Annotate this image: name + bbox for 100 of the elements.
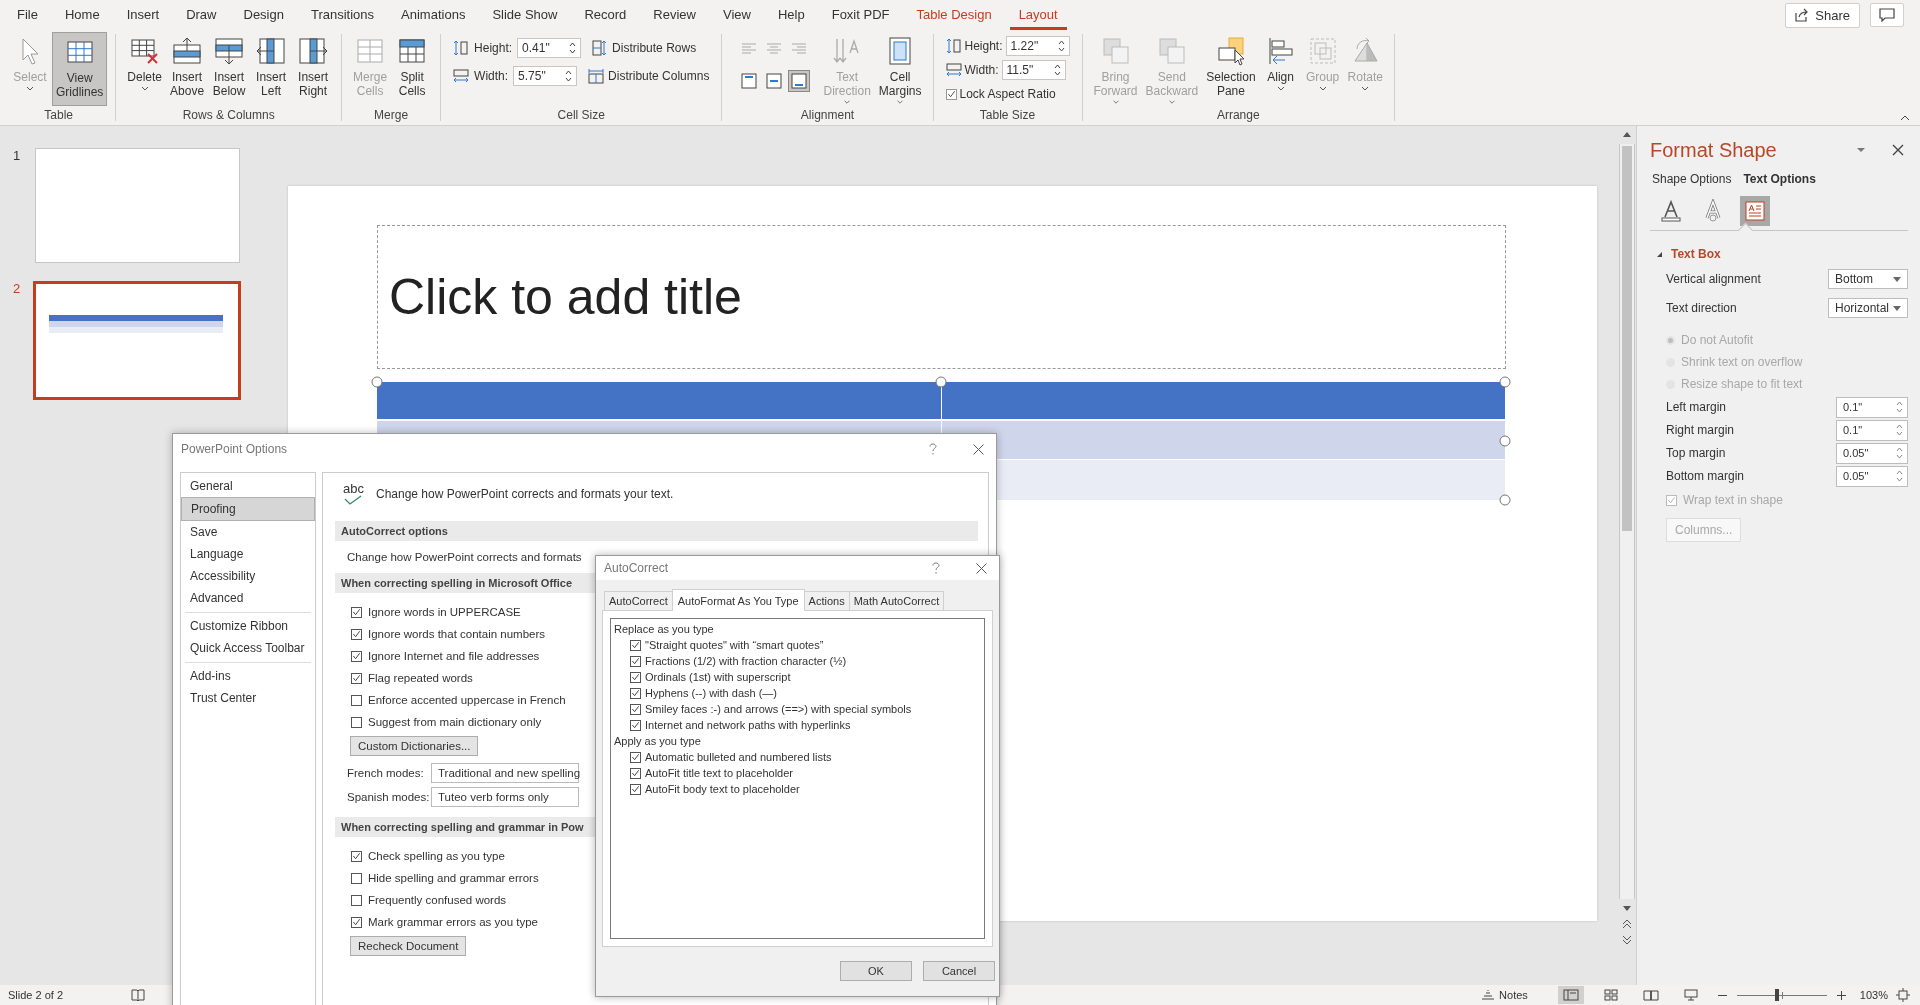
ribbon-tab[interactable]: Transitions bbox=[301, 0, 384, 30]
ribbon-tab[interactable]: Review bbox=[644, 0, 705, 30]
category-item[interactable]: Accessibility bbox=[181, 565, 315, 587]
notes-button[interactable]: Notes bbox=[1481, 989, 1528, 1001]
checkbox[interactable] bbox=[351, 650, 362, 662]
checkbox[interactable] bbox=[945, 88, 957, 100]
dropdown-field[interactable]: Traditional and new spelling bbox=[431, 763, 579, 783]
ribbon-button[interactable]: View Gridlines bbox=[52, 32, 108, 106]
spin-field[interactable]: 0.1" bbox=[1836, 396, 1908, 418]
checkbox[interactable] bbox=[630, 671, 641, 683]
checkbox[interactable] bbox=[630, 751, 641, 763]
scroll-up-icon[interactable] bbox=[1622, 130, 1632, 138]
next-slide-icon[interactable] bbox=[1622, 935, 1632, 945]
spin-field[interactable]: 1.22" bbox=[1005, 36, 1070, 56]
dialog-button[interactable]: Custom Dictionaries... bbox=[350, 736, 479, 756]
checkbox[interactable] bbox=[630, 767, 641, 779]
ribbon-tab[interactable]: Record bbox=[575, 0, 636, 30]
slide-thumbnail[interactable] bbox=[33, 281, 241, 400]
pane-tab[interactable]: Text Options bbox=[1743, 172, 1816, 186]
ribbon-button[interactable]: Insert Above bbox=[167, 32, 208, 106]
fit-to-window-icon[interactable] bbox=[1896, 988, 1910, 1002]
ribbon-button[interactable]: Align bbox=[1260, 32, 1301, 106]
checkbox[interactable] bbox=[630, 687, 641, 699]
ribbon-button[interactable]: Distribute Columns bbox=[588, 68, 710, 84]
dialog-tab[interactable]: Math AutoCorrect bbox=[848, 591, 945, 610]
dialog-tab[interactable]: AutoFormat As You Type bbox=[671, 589, 805, 611]
checkbox[interactable] bbox=[630, 703, 641, 715]
checkbox[interactable] bbox=[351, 716, 362, 728]
pane-tab[interactable]: Shape Options bbox=[1652, 172, 1732, 186]
ribbon-tab[interactable]: Design bbox=[234, 0, 293, 30]
category-item[interactable]: Add-ins bbox=[181, 665, 315, 687]
spin-field[interactable]: 11.5" bbox=[1001, 60, 1066, 80]
checkbox[interactable] bbox=[351, 606, 362, 618]
dropdown-icon[interactable] bbox=[1856, 147, 1866, 153]
ribbon-button[interactable]: Distribute Rows bbox=[592, 40, 697, 56]
category-item[interactable]: Customize Ribbon bbox=[181, 615, 315, 637]
dropdown-field[interactable]: Tuteo verb forms only bbox=[431, 787, 579, 807]
dialog-tab[interactable]: AutoCorrect bbox=[604, 591, 673, 610]
checkbox[interactable] bbox=[630, 655, 641, 667]
selection-handle[interactable] bbox=[371, 376, 383, 388]
checkbox[interactable] bbox=[630, 639, 641, 651]
checkbox[interactable] bbox=[351, 872, 362, 884]
spin-field[interactable]: 5.75" bbox=[513, 66, 578, 86]
accessibility-icon[interactable] bbox=[131, 989, 146, 1001]
checkbox[interactable] bbox=[630, 783, 641, 795]
ribbon-tab[interactable]: View bbox=[714, 0, 760, 30]
close-icon[interactable] bbox=[973, 443, 984, 455]
selection-handle[interactable] bbox=[1499, 435, 1511, 447]
ribbon-button[interactable]: Split Cells bbox=[392, 32, 433, 106]
dropdown-field[interactable]: Bottom bbox=[1828, 269, 1908, 289]
dropdown-field[interactable]: Horizontal bbox=[1828, 298, 1908, 318]
ribbon-button[interactable]: Selection Pane bbox=[1203, 32, 1259, 106]
checkbox[interactable] bbox=[351, 916, 362, 928]
ribbon-tab[interactable]: Draw bbox=[177, 0, 226, 30]
ribbon-tab[interactable]: Insert bbox=[117, 0, 169, 30]
ribbon-tab[interactable]: Home bbox=[55, 0, 109, 30]
spin-field[interactable]: 0.1" bbox=[1836, 419, 1908, 441]
selection-handle[interactable] bbox=[1499, 376, 1511, 388]
ribbon-tab[interactable]: Table Design bbox=[907, 0, 1001, 30]
scrollbar-thumb[interactable] bbox=[1622, 146, 1632, 531]
ribbon-tab[interactable]: Help bbox=[768, 0, 814, 30]
expand-triangle-icon[interactable] bbox=[1656, 250, 1663, 258]
close-icon[interactable] bbox=[976, 562, 987, 574]
scroll-down-icon[interactable] bbox=[1622, 905, 1632, 913]
spin-field[interactable]: 0.05" bbox=[1836, 465, 1908, 487]
help-icon[interactable] bbox=[932, 562, 940, 574]
ribbon-tab[interactable]: Animations bbox=[392, 0, 475, 30]
ribbon-button[interactable]: Insert Below bbox=[209, 32, 250, 106]
checkbox[interactable] bbox=[351, 850, 362, 862]
slide-thumbnail[interactable] bbox=[35, 148, 240, 263]
ribbon-button[interactable]: Insert Left bbox=[251, 32, 292, 106]
category-item[interactable]: Language bbox=[181, 543, 315, 565]
selection-handle[interactable] bbox=[935, 376, 947, 388]
zoom-slider[interactable] bbox=[1775, 988, 1780, 1001]
dialog-button[interactable]: OK bbox=[840, 961, 912, 981]
ribbon-button[interactable]: Cell Margins bbox=[875, 32, 925, 106]
title-placeholder[interactable]: Click to add title bbox=[377, 225, 1506, 369]
table-header-row[interactable] bbox=[377, 382, 1505, 421]
normal-view-icon[interactable] bbox=[1557, 986, 1584, 1004]
share-button[interactable]: Share bbox=[1785, 2, 1860, 28]
text-box-icon[interactable] bbox=[1740, 196, 1770, 226]
ribbon-button[interactable]: Insert Right bbox=[293, 32, 334, 106]
checkbox[interactable] bbox=[351, 672, 362, 684]
close-icon[interactable] bbox=[1892, 144, 1904, 156]
category-item[interactable]: Save bbox=[181, 521, 315, 543]
zoom-in-icon[interactable] bbox=[1836, 990, 1846, 1000]
checkbox[interactable] bbox=[351, 628, 362, 640]
alignment-button[interactable] bbox=[788, 70, 811, 92]
previous-slide-icon[interactable] bbox=[1622, 919, 1632, 929]
spin-field[interactable]: 0.41" bbox=[517, 38, 582, 58]
zoom-level[interactable]: 103% bbox=[1859, 989, 1888, 1001]
checkbox[interactable] bbox=[630, 719, 641, 731]
checkbox[interactable] bbox=[351, 694, 362, 706]
help-icon[interactable] bbox=[929, 443, 937, 455]
category-item[interactable]: Quick Access Toolbar bbox=[181, 637, 315, 659]
category-item[interactable]: Proofing bbox=[181, 497, 315, 521]
ribbon-tab[interactable]: Slide Show bbox=[483, 0, 567, 30]
ribbon-button[interactable]: Delete bbox=[124, 32, 166, 106]
checkbox[interactable] bbox=[351, 894, 362, 906]
ribbon-tab[interactable]: Foxit PDF bbox=[822, 0, 899, 30]
